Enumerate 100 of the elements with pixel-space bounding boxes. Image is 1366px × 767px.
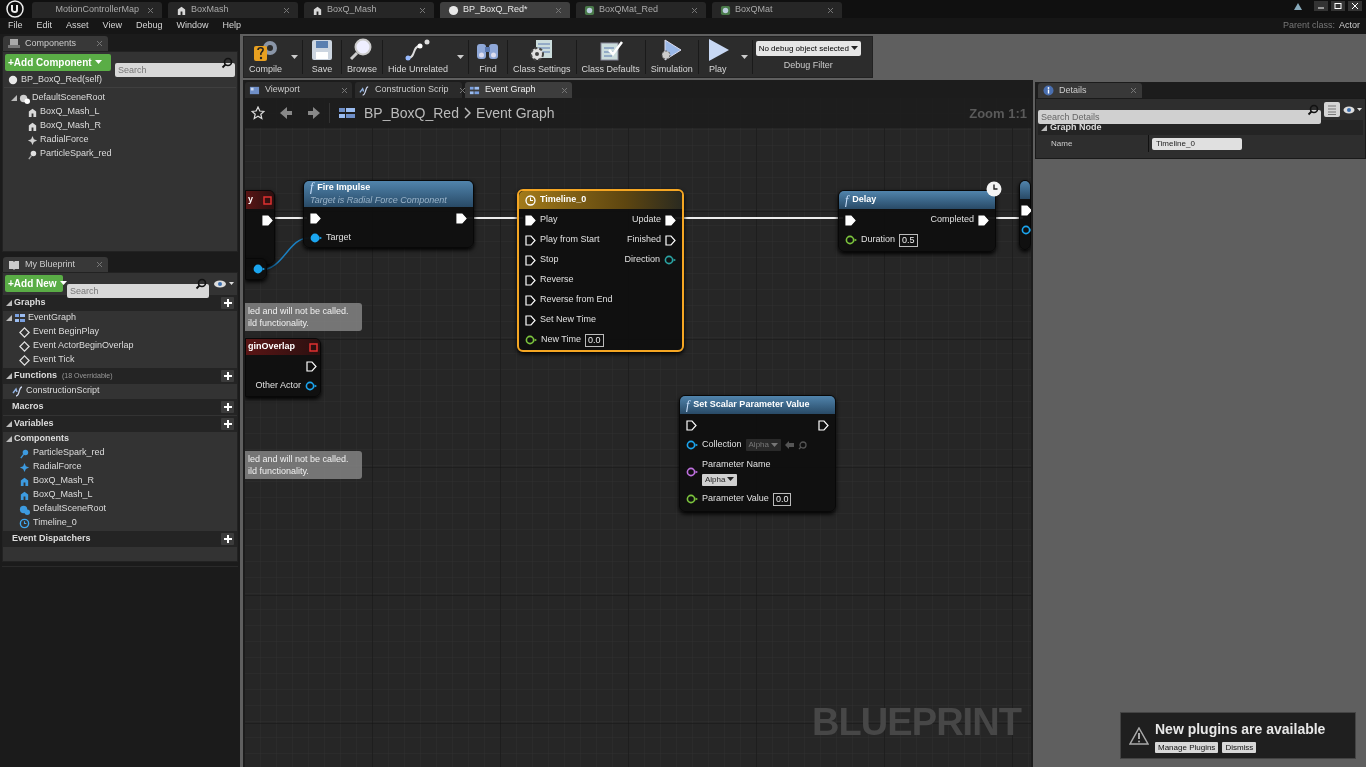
forward-arrow-icon[interactable] [307, 106, 321, 120]
exec-pin-icon[interactable] [525, 274, 536, 286]
search-field[interactable]: Search Details [1038, 109, 1321, 124]
value-field[interactable]: 0.0 [772, 492, 792, 506]
document-tab[interactable]: BoxQMat [712, 2, 842, 18]
section-header[interactable]: Variables [14, 417, 54, 431]
section-header[interactable]: Macros [12, 400, 44, 414]
section-header[interactable]: Graphs [14, 296, 46, 310]
notification-button[interactable]: Manage Plugins [1155, 741, 1219, 753]
search-field[interactable]: Search [115, 62, 235, 77]
use-selected-arrow-icon[interactable] [785, 441, 794, 449]
menu-item[interactable]: Asset [59, 19, 96, 33]
data-pin-icon[interactable] [525, 335, 537, 345]
list-item[interactable]: DefaultSceneRoot [33, 502, 107, 516]
section-header[interactable]: Functions [14, 369, 57, 383]
toolbar-button[interactable]: Hide Unrelated [383, 37, 454, 77]
expander-icon[interactable] [6, 315, 12, 321]
expander-icon[interactable] [6, 421, 12, 427]
expander-icon[interactable] [1041, 124, 1047, 131]
exec-pin-icon[interactable] [818, 419, 829, 431]
add-button[interactable] [221, 418, 234, 430]
document-tab[interactable]: BP_BoxQ_Red* [440, 2, 570, 18]
exec-pin-icon[interactable] [845, 214, 856, 226]
exec-pin-icon[interactable] [665, 214, 676, 226]
toolbar-button[interactable]: Browse [342, 37, 383, 77]
name-field[interactable]: Timeline_0 [1152, 137, 1242, 150]
tree-item[interactable]: BP_BoxQ_Red(self) [21, 73, 103, 87]
graph-node[interactable]: y [245, 190, 275, 265]
graph-node[interactable]: Timeline_0 Play Update Play from Start Finished Stop Direction Reverse Reverse from End Set New Time New Time 0.0 [517, 189, 684, 352]
toolbar-button[interactable]: Play [698, 37, 737, 77]
exec-pin-icon[interactable] [306, 360, 317, 372]
toolbar-button[interactable]: Find [469, 37, 508, 77]
graph-node[interactable]: f Fire Impulse Target is Radial Force Component Target [303, 180, 474, 248]
panel-tab[interactable]: Details [1038, 83, 1142, 98]
list-item[interactable]: RadialForce [33, 460, 82, 474]
tree-item[interactable]: BoxQ_Mash_L [40, 105, 100, 119]
debug-filter-dropdown[interactable]: No debug object selected [755, 41, 861, 57]
menu-item[interactable]: Window [169, 19, 216, 33]
graph-node[interactable] [1019, 180, 1031, 250]
list-item[interactable]: BoxQ_Mash_R [33, 474, 95, 488]
list-item[interactable]: ParticleSpark_red [33, 446, 105, 460]
delegate-pin-icon[interactable] [309, 342, 318, 352]
minimize-icon[interactable] [1314, 1, 1328, 11]
menu-item[interactable]: Debug [128, 19, 170, 33]
star-icon[interactable] [251, 106, 265, 120]
back-arrow-icon[interactable] [279, 106, 293, 120]
expander-icon[interactable] [6, 436, 12, 442]
dropdown[interactable]: Alpha [702, 473, 738, 486]
unreal-logo-icon[interactable] [4, 0, 26, 18]
data-pin-icon[interactable] [845, 235, 857, 245]
add-button[interactable] [221, 370, 234, 382]
exec-pin-icon[interactable] [525, 214, 536, 226]
document-tab[interactable]: BoxQMat_Red [576, 2, 706, 18]
menu-item[interactable]: View [95, 19, 129, 33]
toolbar-button[interactable]: Compile [244, 37, 287, 77]
data-pin-icon[interactable] [686, 494, 698, 504]
maximize-icon[interactable] [1331, 1, 1345, 11]
value-field[interactable]: 0.5 [899, 233, 918, 247]
exec-pin-icon[interactable] [525, 294, 536, 306]
toolbar-button[interactable]: Save [303, 37, 341, 77]
data-pin-icon[interactable] [310, 233, 322, 243]
tree-item[interactable]: DefaultSceneRoot [32, 91, 106, 105]
menu-item[interactable]: Help [215, 19, 248, 33]
document-tab[interactable]: MotionControllerMap [32, 2, 162, 18]
data-pin-icon[interactable] [664, 255, 676, 265]
exec-pin-icon[interactable] [525, 314, 536, 326]
editor-tab[interactable]: Viewport [245, 82, 352, 98]
data-pin-icon[interactable] [686, 467, 698, 477]
exec-pin-icon[interactable] [262, 214, 273, 226]
panel-tab[interactable]: My Blueprint [3, 257, 108, 272]
tree-item[interactable]: BoxQ_Mash_R [40, 119, 102, 133]
exec-pin-icon[interactable] [310, 212, 321, 224]
tree-item[interactable]: RadialForce [40, 133, 89, 147]
toolbar-button[interactable]: Simulation [645, 37, 698, 77]
editor-tab[interactable]: Event Graph [465, 82, 572, 98]
menu-item[interactable]: File [0, 19, 30, 33]
graph-node[interactable]: f Delay Completed Duration 0.5 [838, 190, 996, 252]
add-button[interactable] [221, 297, 234, 309]
graph-canvas[interactable] [243, 98, 1033, 767]
breadcrumb-link[interactable]: BP_BoxQ_Red [364, 102, 459, 124]
exec-pin-icon[interactable] [525, 234, 536, 246]
visibility-eye-icon[interactable] [213, 278, 235, 289]
list-view-button[interactable] [1324, 102, 1340, 117]
variable-node[interactable] [245, 258, 267, 280]
exec-pin-icon[interactable] [686, 419, 697, 431]
tree-item[interactable]: ParticleSpark_red [40, 147, 112, 161]
close-icon[interactable] [1348, 1, 1362, 11]
editor-tab[interactable]: Construction Scrip [355, 82, 462, 98]
list-item[interactable]: Event BeginPlay [33, 325, 100, 339]
menu-item[interactable]: Edit [29, 19, 60, 33]
list-item[interactable]: Timeline_0 [33, 516, 77, 530]
graph-node[interactable]: ginOverlap Other Actor [245, 338, 321, 397]
add-button[interactable] [221, 533, 234, 545]
expander-icon[interactable] [11, 95, 17, 101]
expander-icon[interactable] [6, 300, 12, 306]
search-icon[interactable] [798, 440, 807, 450]
list-item[interactable]: ConstructionScript [26, 384, 100, 398]
delegate-pin-icon[interactable] [263, 195, 272, 205]
exec-pin-icon[interactable] [665, 234, 676, 246]
document-tab[interactable]: BoxQ_Mash [304, 2, 434, 18]
